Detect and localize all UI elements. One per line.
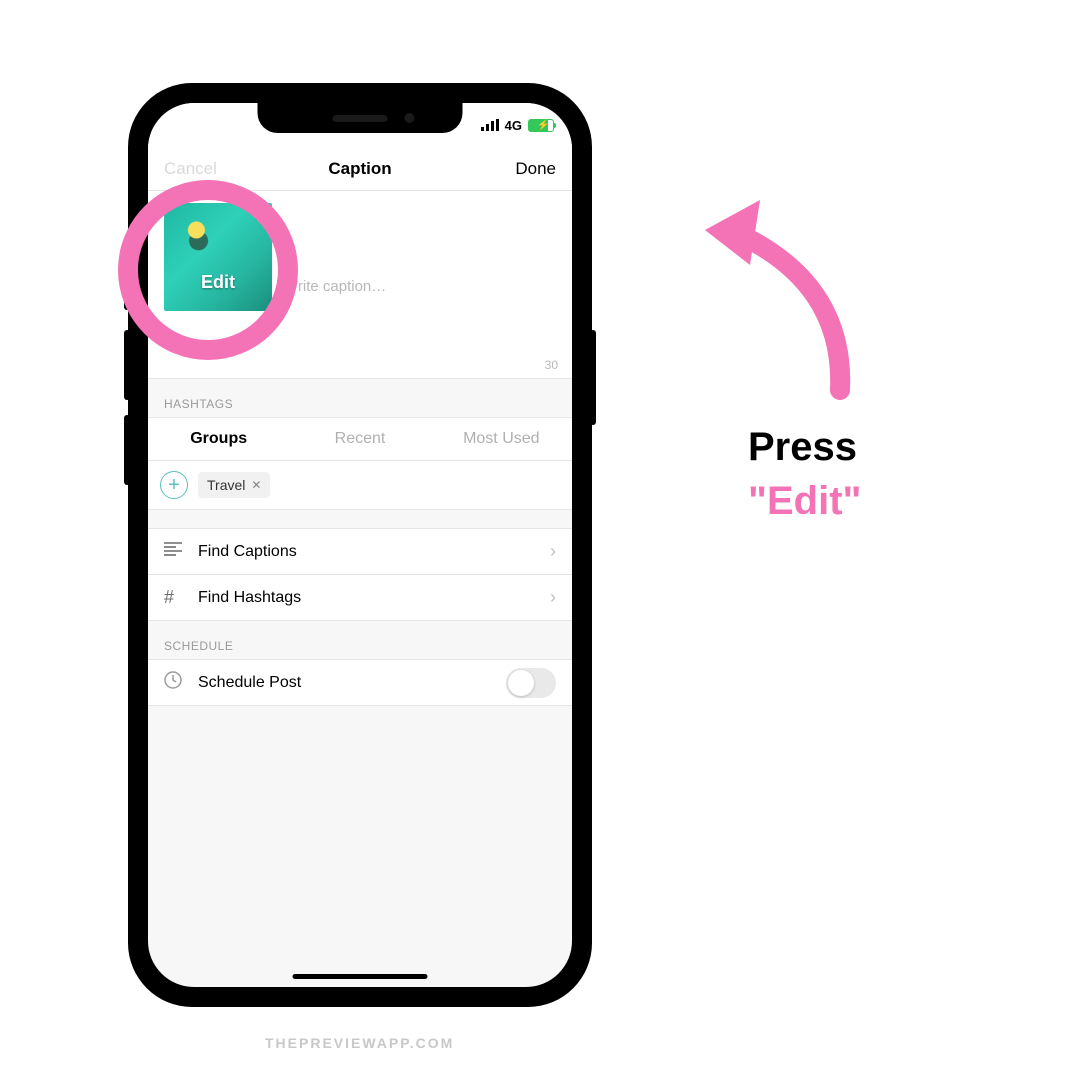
- phone-notch: [258, 103, 463, 133]
- row-label: Find Captions: [198, 543, 297, 561]
- media-thumbnail[interactable]: Edit: [164, 203, 272, 311]
- paragraph-icon: [164, 542, 182, 561]
- row-label: Find Hashtags: [198, 589, 301, 607]
- tab-recent[interactable]: Recent: [289, 418, 430, 460]
- tools-list: Find Captions › # Find Hashtags ›: [148, 528, 572, 621]
- nav-bar: Cancel Caption Done: [148, 147, 572, 191]
- add-hashtag-group-button[interactable]: +: [160, 471, 188, 499]
- instruction-text: Press "Edit": [748, 420, 861, 528]
- chip-label: Travel: [207, 477, 245, 493]
- chevron-right-icon: ›: [550, 587, 556, 608]
- home-indicator[interactable]: [293, 974, 428, 979]
- clock-icon: [164, 671, 182, 694]
- caption-input[interactable]: [284, 203, 556, 366]
- hashtags-section-label: HASHTAGS: [148, 379, 572, 417]
- hash-icon: #: [164, 587, 182, 608]
- hashtag-chip-row: + Travel ✕: [148, 461, 572, 510]
- row-label: Schedule Post: [198, 674, 301, 692]
- done-button[interactable]: Done: [515, 159, 556, 179]
- instruction-arrow: [690, 190, 870, 415]
- thumbnail-edit-label: Edit: [201, 272, 235, 293]
- hashtag-chip-travel[interactable]: Travel ✕: [198, 472, 270, 498]
- cancel-button[interactable]: Cancel: [164, 159, 217, 179]
- chevron-right-icon: ›: [550, 541, 556, 562]
- power-button: [590, 330, 596, 425]
- network-label: 4G: [505, 118, 522, 133]
- schedule-toggle[interactable]: [506, 668, 556, 698]
- remove-chip-icon[interactable]: ✕: [251, 478, 261, 492]
- front-camera: [405, 113, 415, 123]
- phone-frame: 4G ⚡ Cancel Caption Done Edit 30 HASHTAG…: [130, 85, 590, 1005]
- plus-icon: +: [168, 475, 180, 495]
- hashtag-counter: 30: [545, 358, 558, 372]
- find-hashtags-row[interactable]: # Find Hashtags ›: [148, 575, 572, 621]
- tab-most-used[interactable]: Most Used: [431, 418, 572, 460]
- schedule-post-row[interactable]: Schedule Post: [148, 660, 572, 706]
- find-captions-row[interactable]: Find Captions ›: [148, 529, 572, 575]
- tab-groups[interactable]: Groups: [148, 418, 289, 460]
- volume-down: [124, 415, 130, 485]
- instruction-line1: Press: [748, 420, 861, 474]
- watermark: THEPREVIEWAPP.COM: [265, 1035, 454, 1051]
- speaker-grille: [333, 115, 388, 122]
- phone-screen: 4G ⚡ Cancel Caption Done Edit 30 HASHTAG…: [148, 103, 572, 987]
- signal-icon: [481, 119, 499, 131]
- schedule-list: Schedule Post: [148, 659, 572, 706]
- battery-icon: ⚡: [528, 119, 554, 132]
- instruction-line2: "Edit": [748, 474, 861, 528]
- charging-icon: ⚡: [537, 120, 549, 131]
- mute-switch: [124, 270, 130, 310]
- volume-up: [124, 330, 130, 400]
- play-icon: [257, 209, 266, 221]
- caption-section: Edit 30: [148, 191, 572, 379]
- schedule-section-label: SCHEDULE: [148, 621, 572, 659]
- hashtag-tabs: Groups Recent Most Used: [148, 417, 572, 461]
